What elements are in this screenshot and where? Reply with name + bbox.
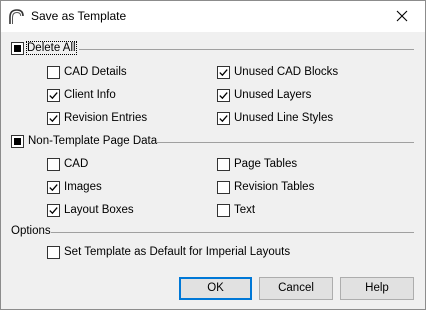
unused-cad-blocks-checkbox[interactable]: [217, 66, 230, 79]
client-info-label: Client Info: [64, 89, 116, 101]
page-tables-label: Page Tables: [234, 158, 298, 170]
cad-details-label: CAD Details: [64, 66, 127, 78]
set-default-imperial-checkbox[interactable]: [47, 246, 60, 259]
checkmark-icon: [49, 92, 58, 100]
checkmark-icon: [49, 115, 58, 123]
options-separator: [51, 232, 414, 233]
revision-entries-label: Revision Entries: [64, 112, 148, 124]
images-checkbox[interactable]: [47, 181, 60, 194]
non-template-page-data-label: Non-Template Page Data: [28, 135, 158, 147]
options-heading: Options: [11, 225, 51, 237]
delete-all-checkbox[interactable]: [11, 42, 24, 55]
non-template-page-data-checkbox[interactable]: [11, 135, 24, 148]
layout-boxes-checkbox[interactable]: [47, 204, 60, 217]
checkmark-icon: [49, 207, 58, 215]
delete-all-label: Delete All: [26, 41, 77, 55]
arch-icon: [9, 9, 24, 24]
client-info-checkbox[interactable]: [47, 89, 60, 102]
unused-cad-blocks-label: Unused CAD Blocks: [234, 66, 339, 78]
cad-checkbox[interactable]: [47, 158, 60, 171]
save-as-template-dialog: Save as Template Delete All CAD Details …: [0, 0, 426, 310]
unused-layers-checkbox[interactable]: [217, 89, 230, 102]
cad-label: CAD: [64, 158, 89, 170]
text-checkbox[interactable]: [217, 204, 230, 217]
close-button[interactable]: [379, 1, 425, 32]
checkmark-icon: [49, 184, 58, 192]
help-button[interactable]: Help: [340, 277, 414, 300]
title-bar: Save as Template: [1, 1, 425, 32]
checkmark-icon: [219, 69, 228, 77]
layout-boxes-label: Layout Boxes: [64, 204, 134, 216]
window-title: Save as Template: [31, 9, 127, 23]
revision-entries-checkbox[interactable]: [47, 112, 60, 125]
non-template-page-data-separator: [156, 142, 414, 143]
unused-layers-label: Unused Layers: [234, 89, 312, 101]
ok-button[interactable]: OK: [179, 277, 252, 300]
checkmark-icon: [219, 92, 228, 100]
images-label: Images: [64, 181, 102, 193]
checkmark-icon: [219, 115, 228, 123]
text-label: Text: [234, 204, 256, 216]
page-tables-checkbox[interactable]: [217, 158, 230, 171]
revision-tables-checkbox[interactable]: [217, 181, 230, 194]
cad-details-checkbox[interactable]: [47, 66, 60, 79]
unused-line-styles-checkbox[interactable]: [217, 112, 230, 125]
close-icon: [396, 10, 408, 22]
set-default-imperial-label: Set Template as Default for Imperial Lay…: [64, 246, 291, 258]
delete-all-separator: [79, 49, 414, 50]
revision-tables-label: Revision Tables: [234, 181, 315, 193]
cancel-button[interactable]: Cancel: [259, 277, 333, 300]
unused-line-styles-label: Unused Line Styles: [234, 112, 334, 124]
